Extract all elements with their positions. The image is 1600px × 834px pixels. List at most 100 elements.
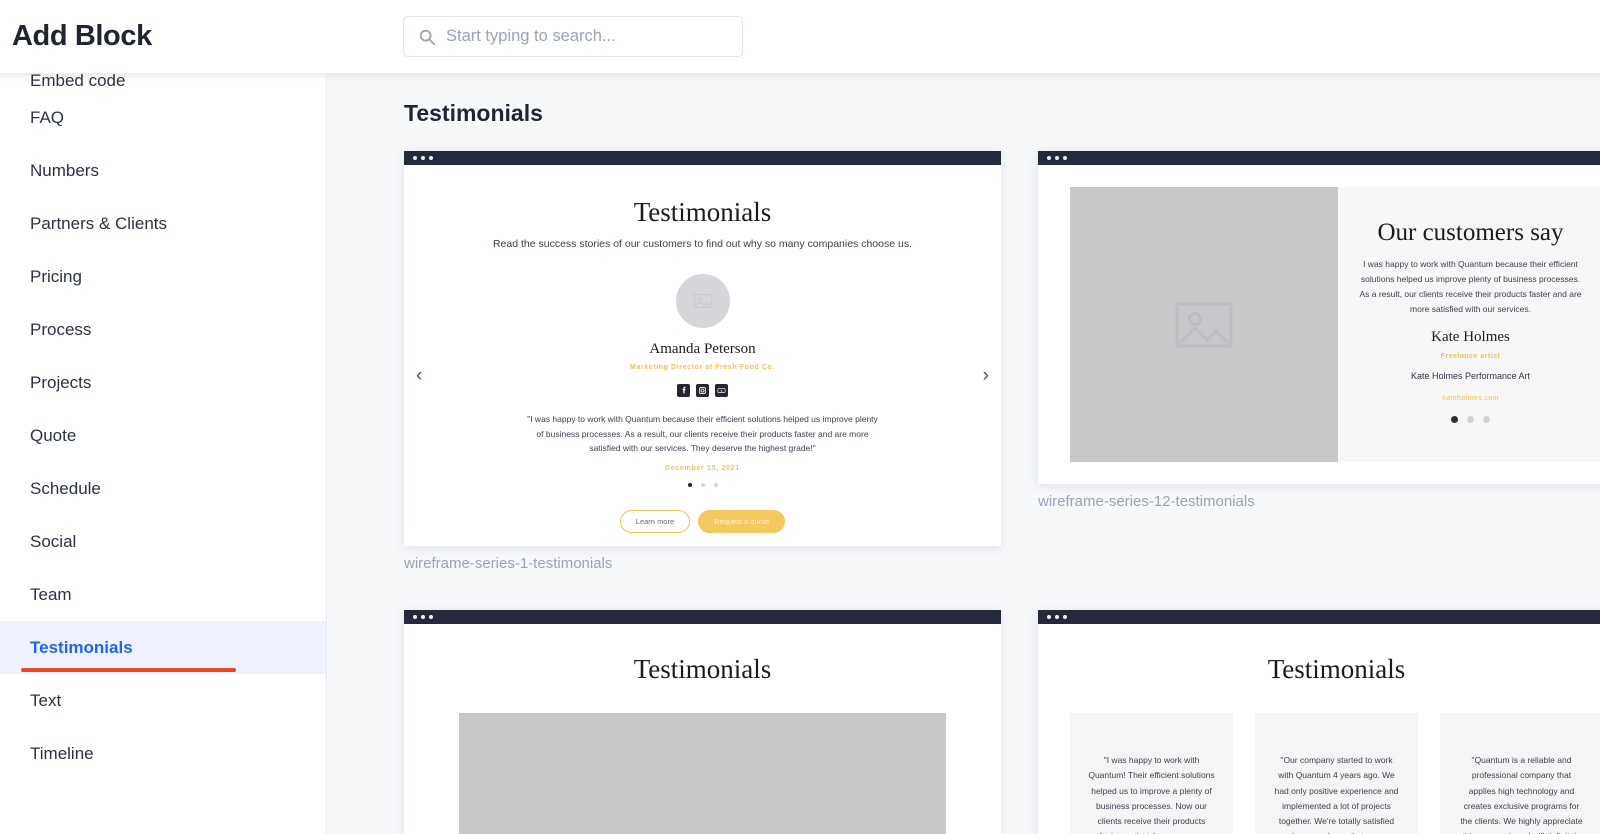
section-title: Testimonials xyxy=(404,100,543,127)
image-placeholder xyxy=(1070,187,1338,462)
cta-buttons[interactable]: Learn more Request a quote xyxy=(404,510,1001,533)
sidebar-item-process[interactable]: Process xyxy=(0,303,326,356)
sidebar-nav[interactable]: Embed code FAQ Numbers Partners & Clients Pr… xyxy=(0,73,327,834)
app-header: Add Block xyxy=(0,0,1600,73)
titlebar-dot xyxy=(413,156,417,160)
person-role: Freelance artist xyxy=(1358,353,1583,360)
sidebar-item-label: Process xyxy=(30,320,91,340)
card-titlebar xyxy=(404,610,1001,624)
preview-title: Testimonials xyxy=(404,654,1001,685)
sidebar-item-label: Quote xyxy=(30,426,76,446)
sidebar-item-quote[interactable]: Quote xyxy=(0,409,326,462)
person-role: Marketing Director at Fresh Food Co. xyxy=(404,364,1001,371)
sidebar-item-schedule[interactable]: Schedule xyxy=(0,462,326,515)
carousel-next-icon[interactable]: › xyxy=(983,365,989,387)
person-organization: Kate Holmes Performance Art xyxy=(1358,371,1583,381)
search-icon xyxy=(418,28,436,46)
sidebar-item-label: Pricing xyxy=(30,267,82,287)
sidebar-item-label: Text xyxy=(30,691,61,711)
person-website[interactable]: kateholmes.com xyxy=(1358,395,1583,402)
avatar xyxy=(676,274,730,328)
preview-title: Testimonials xyxy=(1038,654,1600,685)
card-titlebar xyxy=(1038,610,1600,624)
block-card-testimonials-1[interactable]: Testimonials Read the success stories of… xyxy=(404,151,1001,546)
card-caption: wireframe-series-1-testimonials xyxy=(404,555,612,572)
carousel-dot[interactable] xyxy=(1483,416,1490,423)
card-preview: Our customers say I was happy to work wi… xyxy=(1038,165,1600,484)
youtube-icon[interactable] xyxy=(715,384,728,397)
facebook-icon[interactable] xyxy=(677,384,690,397)
main-top-shadow xyxy=(327,73,1600,81)
active-item-underline xyxy=(21,668,236,672)
testimonial-columns: "I was happy to work with Quantum! Their… xyxy=(1070,713,1600,834)
carousel-dot[interactable] xyxy=(1467,416,1474,423)
carousel-dot[interactable] xyxy=(714,483,718,487)
person-name: Kate Holmes xyxy=(1358,329,1583,346)
sidebar-item-text[interactable]: Text xyxy=(0,674,326,727)
carousel-dots[interactable] xyxy=(404,483,1001,487)
block-card-testimonials-3[interactable]: Testimonials xyxy=(404,610,1001,834)
sidebar-item-projects[interactable]: Projects xyxy=(0,356,326,409)
testimonial-quote: I was happy to work with Quantum because… xyxy=(1358,257,1583,317)
block-card-testimonials-12[interactable]: Our customers say I was happy to work wi… xyxy=(1038,151,1600,484)
sidebar-item-pricing[interactable]: Pricing xyxy=(0,250,326,303)
sidebar-item-testimonials[interactable]: Testimonials xyxy=(0,621,326,674)
sidebar-item-faq[interactable]: FAQ xyxy=(0,91,326,144)
social-links[interactable] xyxy=(404,384,1001,397)
titlebar-dot xyxy=(1047,156,1051,160)
titlebar-dot xyxy=(1055,156,1059,160)
learn-more-button[interactable]: Learn more xyxy=(620,510,690,533)
page-title: Add Block xyxy=(12,20,152,53)
card-caption: wireframe-series-12-testimonials xyxy=(1038,493,1255,510)
card-preview: Testimonials xyxy=(404,624,1001,834)
carousel-prev-icon[interactable]: ‹ xyxy=(416,365,422,387)
titlebar-dot xyxy=(1047,615,1051,619)
testimonial-panel: Our customers say I was happy to work wi… xyxy=(1338,187,1600,462)
carousel-dots[interactable] xyxy=(1358,416,1583,423)
card-preview: Testimonials "I was happy to work with Q… xyxy=(1038,624,1600,834)
sidebar-item-label: FAQ xyxy=(30,108,64,128)
carousel-dot[interactable] xyxy=(688,483,692,487)
carousel-dot[interactable] xyxy=(1451,416,1458,423)
preview-subtitle: Read the success stories of our customer… xyxy=(404,238,1001,250)
titlebar-dot xyxy=(1063,156,1067,160)
sidebar-item-label: Partners & Clients xyxy=(30,214,167,234)
sidebar-item-social[interactable]: Social xyxy=(0,515,326,568)
testimonial-column: "Quantum is a reliable and professional … xyxy=(1440,713,1600,834)
sidebar-item-embed-code[interactable]: Embed code xyxy=(0,73,326,91)
request-quote-button[interactable]: Request a quote xyxy=(698,510,785,533)
titlebar-dot xyxy=(1063,615,1067,619)
card-titlebar xyxy=(404,151,1001,165)
search-input[interactable] xyxy=(446,27,716,46)
sidebar-item-label: Social xyxy=(30,532,76,552)
sidebar-item-label: Timeline xyxy=(30,744,94,764)
titlebar-dot xyxy=(421,156,425,160)
titlebar-dot xyxy=(1055,615,1059,619)
person-name: Amanda Peterson xyxy=(404,341,1001,358)
testimonial-quote: "Quantum is a reliable and professional … xyxy=(1458,753,1585,834)
testimonial-quote: "I was happy to work with Quantum becaus… xyxy=(523,412,883,456)
testimonial-quote: "Our company started to work with Quantu… xyxy=(1273,753,1400,834)
image-placeholder xyxy=(459,713,946,834)
preview-heading: Our customers say xyxy=(1358,219,1583,247)
carousel-dot[interactable] xyxy=(701,483,705,487)
card-titlebar xyxy=(1038,151,1600,165)
instagram-icon[interactable] xyxy=(696,384,709,397)
titlebar-dot xyxy=(413,615,417,619)
main-content: Testimonials Testimonials Read the succe… xyxy=(327,73,1600,834)
testimonial-column: "Our company started to work with Quantu… xyxy=(1255,713,1418,834)
titlebar-dot xyxy=(421,615,425,619)
sidebar-item-label: Team xyxy=(30,585,72,605)
sidebar-item-timeline[interactable]: Timeline xyxy=(0,727,326,780)
titlebar-dot xyxy=(429,156,433,160)
sidebar-item-label: Schedule xyxy=(30,479,101,499)
titlebar-dot xyxy=(429,615,433,619)
card-preview: Testimonials Read the success stories of… xyxy=(404,165,1001,546)
sidebar-item-partners-clients[interactable]: Partners & Clients xyxy=(0,197,326,250)
sidebar-item-numbers[interactable]: Numbers xyxy=(0,144,326,197)
block-card-testimonials-4[interactable]: Testimonials "I was happy to work with Q… xyxy=(1038,610,1600,834)
testimonial-quote: "I was happy to work with Quantum! Their… xyxy=(1088,753,1215,834)
search-box[interactable] xyxy=(403,16,743,57)
sidebar-item-team[interactable]: Team xyxy=(0,568,326,621)
sidebar-item-label: Embed code xyxy=(30,73,125,91)
